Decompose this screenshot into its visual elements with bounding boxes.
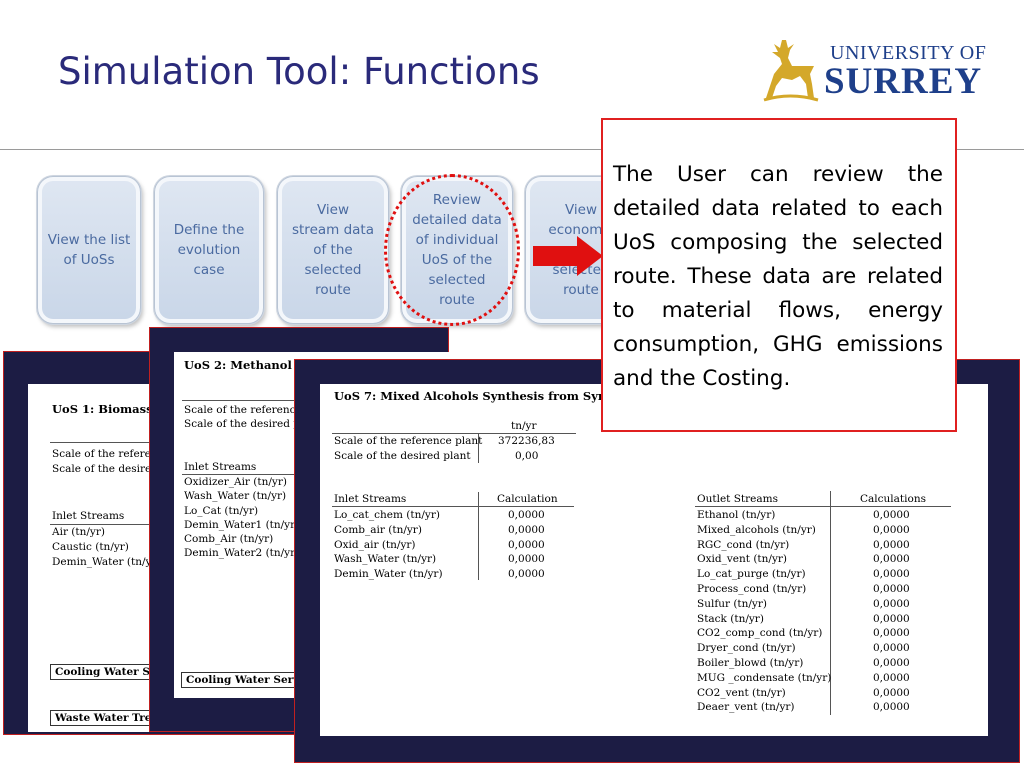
inlet-row: Demin_Water (tn/y [52, 556, 152, 568]
stream-value: 0,0000 [873, 553, 910, 566]
stream-value: 0,0000 [873, 523, 910, 536]
stream-name: Lo_cat_purge (tn/yr) [697, 568, 806, 581]
step-line: of the [313, 242, 353, 258]
inlet-row: Wash_Water (tn/yr) [184, 490, 287, 502]
inlet-row: Caustic (tn/yr) [52, 541, 129, 553]
stream-value: 0,0000 [508, 538, 545, 551]
inlet-row: Oxidizer_Air (tn/yr) [184, 476, 287, 488]
stream-value: 0,0000 [873, 686, 910, 699]
stream-name: CO2_vent (tn/yr) [697, 686, 786, 699]
inlet-row: Demin_Water2 (tn/yr) [184, 547, 300, 559]
stream-value: 0,0000 [873, 509, 910, 521]
right-arrow-icon [533, 236, 603, 276]
stream-name: Oxid_vent (tn/yr) [697, 553, 787, 566]
rule [332, 506, 574, 507]
step-line: case [193, 262, 225, 278]
rule [695, 506, 951, 507]
inlet-row: Demin_Water1 (tn/yr) [184, 519, 300, 531]
selected-step-highlight [384, 174, 520, 326]
scale-reference-label: Scale of the reference plant [334, 435, 483, 447]
step-view-uos-list[interactable]: View the list of UoSs [37, 176, 141, 324]
step-view-stream-data[interactable]: View stream data of the selected route [277, 176, 389, 324]
stream-value: 0,0000 [873, 583, 910, 595]
rule [332, 433, 576, 434]
uos-7-title: UoS 7: Mixed Alcohols Synthesis from Syn… [334, 389, 629, 403]
outlet-streams-header: Outlet Streams [697, 493, 778, 505]
slide-title: Simulation Tool: Functions [58, 50, 540, 93]
stream-name: Boiler_blowd (tn/yr) [697, 657, 804, 669]
stream-value: 0,0000 [508, 509, 545, 521]
rule [478, 492, 479, 580]
stream-value: 0,0000 [873, 538, 910, 551]
step-define-evolution-case[interactable]: Define the evolution case [154, 176, 264, 324]
stream-name: Deaer_vent (tn/yr) [697, 701, 795, 714]
stream-value: 0,0000 [873, 657, 910, 669]
step-line: of UoSs [63, 252, 115, 268]
stream-value: 0,0000 [873, 597, 910, 610]
stream-value: 0,0000 [873, 701, 910, 714]
stream-name: Oxid_air (tn/yr) [334, 538, 416, 551]
step-line: route [315, 282, 351, 298]
stag-emblem-icon [763, 40, 819, 102]
stream-name: MUG _condensate (tn/yr) [697, 671, 832, 684]
stream-value: 0,0000 [873, 568, 910, 581]
inlet-row: Comb_Air (tn/yr) [184, 533, 274, 545]
step-line: View the list [47, 232, 131, 248]
stream-name: Dryer_cond (tn/yr) [697, 642, 796, 655]
unit-header: tn/yr [511, 420, 537, 432]
step-line: selected [304, 262, 362, 278]
stream-name: Mixed_alcohols (tn/yr) [697, 523, 816, 536]
stream-value: 0,0000 [508, 523, 545, 536]
inlet-row: Lo_Cat (tn/yr) [184, 505, 259, 517]
stream-value: 0,0000 [873, 671, 910, 684]
outlet-calculations-header: Calculations [860, 493, 926, 505]
stream-name: RGC_cond (tn/yr) [697, 538, 790, 551]
scale-reference-label: Scale of the referen [52, 448, 158, 460]
logo-line-2: SURREY [824, 61, 983, 102]
step-line: stream data [291, 222, 374, 238]
inlet-row: Air (tn/yr) [52, 526, 105, 538]
stream-value: 0,0000 [873, 627, 910, 640]
scale-desired-value: 0,00 [515, 450, 539, 462]
step-line: Define the [173, 222, 245, 238]
stream-name: Lo_cat_chem (tn/yr) [334, 509, 440, 521]
step-line: evolution [177, 242, 241, 258]
scale-desired-label: Scale of the desired plant [334, 450, 471, 462]
stream-value: 0,0000 [508, 553, 545, 566]
scale-desired-label: Scale of the desired [52, 463, 158, 475]
university-logo: UNIVERSITY OF SURREY [760, 36, 992, 104]
stream-name: Sulfur (tn/yr) [697, 597, 767, 610]
step-line: View [316, 202, 350, 218]
scale-reference-label: Scale of the reference p [184, 404, 312, 416]
stream-value: 0,0000 [873, 612, 910, 625]
inlet-streams-header: Inlet Streams [52, 510, 125, 522]
description-callout: The User can review the detailed data re… [601, 118, 957, 432]
uos-7-paper: UoS 7: Mixed Alcohols Synthesis from Syn… [320, 384, 988, 736]
stream-value: 0,0000 [508, 568, 545, 581]
inlet-streams-header: Inlet Streams [184, 461, 257, 473]
stream-name: Stack (tn/yr) [697, 612, 764, 625]
stream-name: Process_cond (tn/yr) [697, 583, 807, 595]
stream-value: 0,0000 [873, 642, 910, 655]
stream-name: Comb_air (tn/yr) [334, 523, 422, 536]
callout-text: The User can review the detailed data re… [613, 162, 943, 391]
stream-name: Demin_Water (tn/yr) [334, 568, 443, 581]
stream-name: Wash_Water (tn/yr) [334, 553, 437, 566]
scale-reference-value: 372236,83 [498, 435, 555, 447]
stream-name: Ethanol (tn/yr) [697, 509, 776, 521]
inlet-streams-header: Inlet Streams [334, 493, 407, 505]
inlet-calculation-header: Calculation [497, 493, 558, 505]
stream-name: CO2_comp_cond (tn/yr) [697, 627, 823, 640]
